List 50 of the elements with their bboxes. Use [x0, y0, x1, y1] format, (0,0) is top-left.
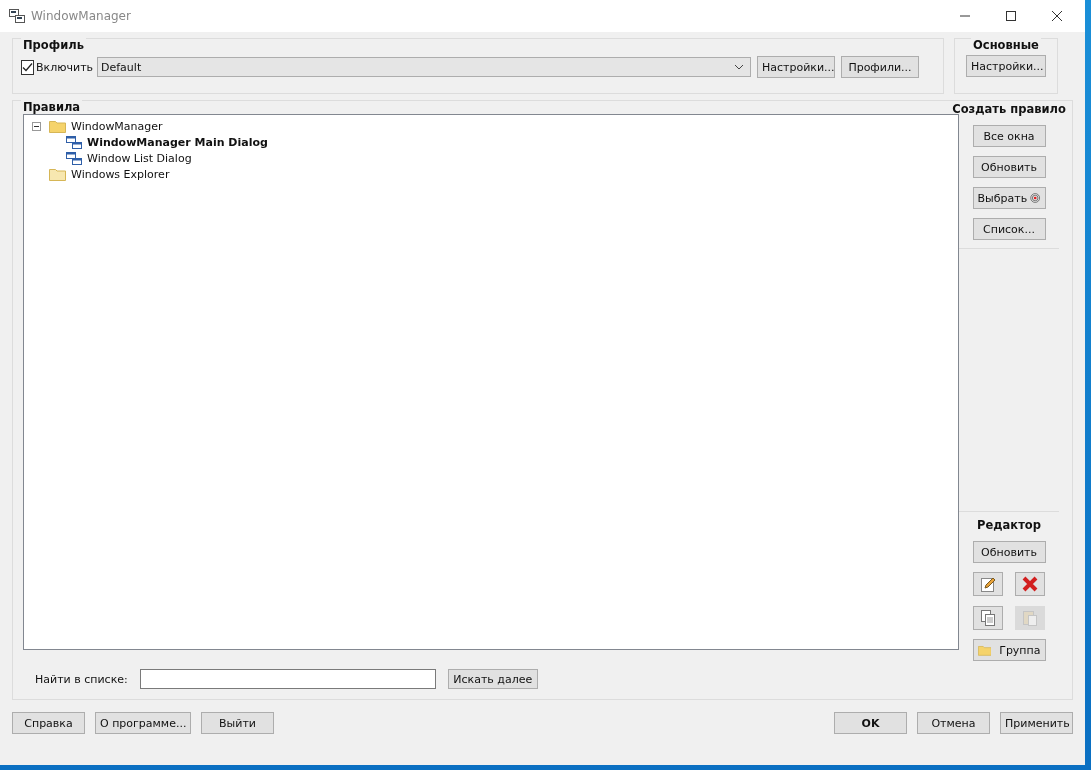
- window-icon: [66, 151, 82, 165]
- group-title: Основные: [971, 38, 1041, 52]
- rules-tree[interactable]: WindowManager WindowManager Main Dialog Window List Dialog Windows Explorer: [23, 114, 959, 650]
- group-title: Профиль: [21, 38, 86, 52]
- window-icon: [66, 135, 82, 149]
- tree-item[interactable]: Window List Dialog: [85, 151, 192, 165]
- create-rule-button[interactable]: Выбрать: [972, 187, 1046, 209]
- window-title: WindowManager: [31, 9, 131, 23]
- target-icon: [1030, 191, 1041, 205]
- tree-item[interactable]: WindowManager: [69, 119, 163, 133]
- tree-item[interactable]: WindowManager Main Dialog: [85, 135, 268, 149]
- folder-icon: [49, 119, 66, 133]
- settings-button[interactable]: Настройки...: [966, 55, 1046, 77]
- profile-button[interactable]: Настройки...: [757, 56, 835, 78]
- refresh-button[interactable]: Обновить: [972, 541, 1046, 563]
- create-rule-button[interactable]: Список...: [972, 218, 1046, 240]
- copy-icon: [979, 609, 997, 627]
- group-title: Создать правило: [952, 102, 1066, 116]
- profile-button[interactable]: Профили...: [841, 56, 919, 78]
- app-icon: [9, 9, 25, 23]
- create-rule-button[interactable]: Все окна: [972, 125, 1046, 147]
- folder-icon: [977, 643, 992, 657]
- search-field[interactable]: [139, 669, 436, 689]
- maximize-icon[interactable]: [1005, 10, 1017, 22]
- copy-button[interactable]: [973, 606, 1003, 630]
- collapse-icon[interactable]: [32, 121, 41, 131]
- footer-button[interactable]: О программе...: [95, 712, 191, 734]
- create-rule-button[interactable]: Обновить: [972, 156, 1046, 178]
- tree-item[interactable]: Windows Explorer: [69, 167, 170, 181]
- footer-button[interactable]: Выйти: [201, 712, 274, 734]
- group-title: Правила: [21, 100, 83, 114]
- group-title: Редактор: [977, 518, 1041, 532]
- dialog-button[interactable]: OK: [834, 712, 907, 734]
- footer-button[interactable]: Справка: [12, 712, 85, 734]
- search-label: Найти в списке:: [35, 672, 128, 686]
- checkmark-icon: [22, 61, 33, 73]
- pencil-icon: [979, 575, 997, 593]
- find-next-button[interactable]: Искать далее: [447, 669, 538, 689]
- delete-button[interactable]: [1015, 572, 1045, 596]
- edit-button[interactable]: [973, 572, 1003, 596]
- profile-dropdown[interactable]: Default: [97, 57, 751, 77]
- enable-checkbox[interactable]: Включить: [21, 59, 91, 75]
- folder-icon: [49, 167, 66, 181]
- dialog-button[interactable]: Применить: [1000, 712, 1073, 734]
- paste-icon: [1021, 609, 1039, 627]
- delete-icon: [1021, 575, 1039, 593]
- group-button[interactable]: Группа: [972, 639, 1046, 661]
- chevron-down-icon: [734, 64, 744, 70]
- dialog-button[interactable]: Отмена: [917, 712, 990, 734]
- close-icon[interactable]: [1051, 10, 1063, 22]
